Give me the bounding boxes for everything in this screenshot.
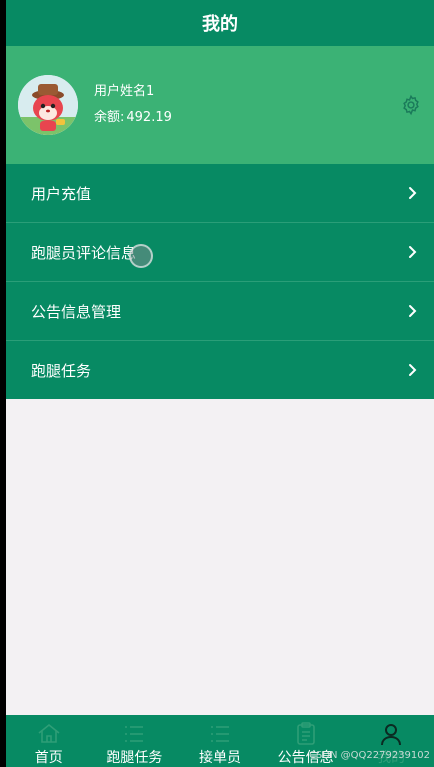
menu-item-recharge[interactable]: 用户充值: [6, 164, 434, 223]
menu-item-label: 跑腿任务: [31, 361, 92, 380]
touch-indicator: [129, 244, 153, 268]
clipboard-icon: [296, 722, 315, 745]
menu-item-label: 用户充值: [31, 184, 92, 203]
chevron-right-icon: [409, 364, 417, 376]
page-title: 我的: [202, 14, 238, 35]
menu-item-label: 跑腿员评论信息: [31, 243, 137, 262]
page-header: 我的: [6, 0, 434, 46]
tab-order-takers[interactable]: 接单员: [177, 715, 263, 767]
app-screen: 我的 用户姓名1 余额: 492.19 用户充值 跑腿员评论信息 公告信息管理 …: [6, 0, 434, 767]
menu-item-notice-management[interactable]: 公告信息管理: [6, 282, 434, 341]
tab-home[interactable]: 首页: [6, 715, 92, 767]
user-icon: [381, 724, 402, 746]
username: 用户姓名1: [94, 84, 155, 99]
tab-label: 跑腿任务: [106, 750, 163, 766]
balance-label: 余额:: [94, 110, 125, 125]
avatar[interactable]: [18, 75, 78, 135]
balance-value: 492.19: [126, 110, 172, 125]
list-icon: [125, 726, 144, 742]
balance: 余额: 492.19: [94, 109, 172, 127]
chevron-right-icon: [409, 305, 417, 317]
watermark: CSDN @QQ2279239102: [308, 750, 430, 761]
menu-item-errand-tasks[interactable]: 跑腿任务: [6, 341, 434, 399]
home-icon: [38, 723, 60, 743]
profile-info: 用户姓名1 余额: 492.19: [94, 83, 172, 127]
tab-label: 接单员: [198, 750, 241, 766]
tab-errand-tasks[interactable]: 跑腿任务: [92, 715, 178, 767]
gear-icon[interactable]: [400, 94, 422, 116]
chevron-right-icon: [409, 246, 417, 258]
profile-card: 用户姓名1 余额: 492.19: [6, 46, 434, 164]
list-icon: [210, 726, 229, 742]
menu-item-label: 公告信息管理: [31, 302, 122, 321]
menu-list: 用户充值 跑腿员评论信息 公告信息管理 跑腿任务: [6, 164, 434, 399]
menu-item-runner-comments[interactable]: 跑腿员评论信息: [6, 223, 434, 282]
tab-label: 首页: [34, 750, 63, 766]
chevron-right-icon: [409, 187, 417, 199]
